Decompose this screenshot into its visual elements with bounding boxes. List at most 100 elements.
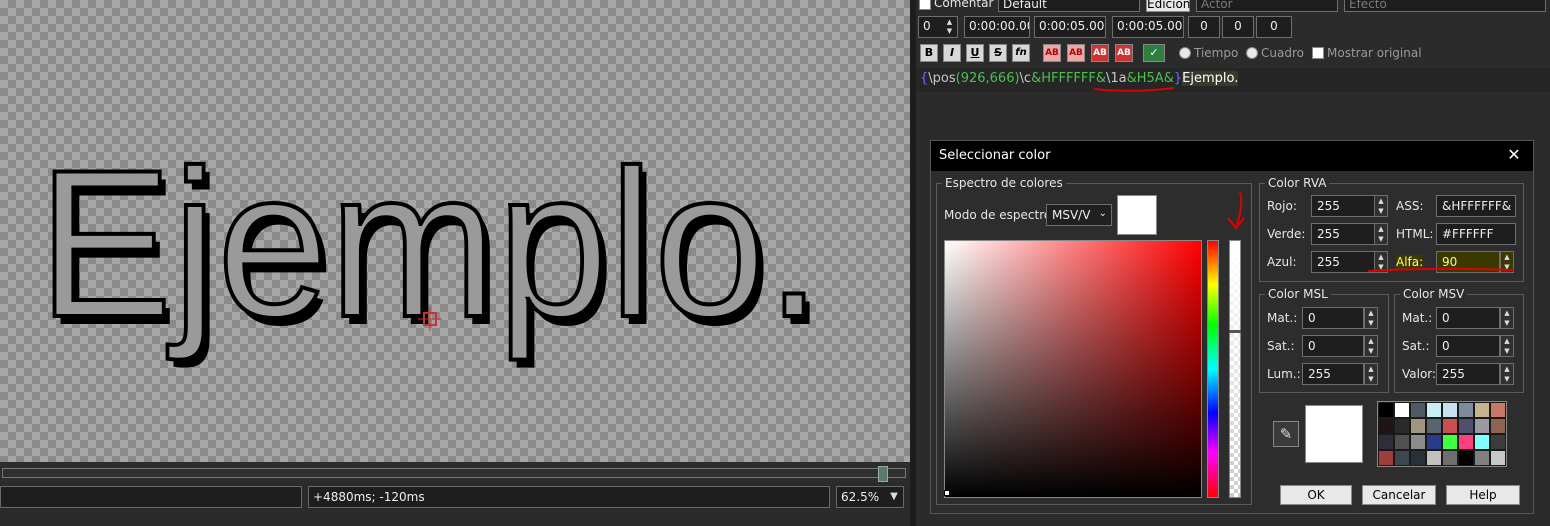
close-icon[interactable]: ✕ xyxy=(1505,146,1523,164)
spectrum-cursor[interactable] xyxy=(944,490,950,496)
hsv-hue-spin-icon[interactable]: ▲ ▼ xyxy=(1500,307,1514,329)
palette-swatch[interactable] xyxy=(1474,418,1490,434)
palette-swatch[interactable] xyxy=(1378,450,1394,466)
hsl-sat-field[interactable]: 0 xyxy=(1302,335,1364,357)
end-time-field[interactable]: 0:00:05.00 xyxy=(1034,16,1106,38)
html-value: #FFFFFF xyxy=(1442,227,1494,241)
subtitle-text-editor[interactable]: {\pos(926,666)\c&HFFFFFF&\1a&H5A&}Ejempl… xyxy=(916,68,1550,92)
hsv-value-spin-icon[interactable]: ▲ ▼ xyxy=(1500,363,1514,385)
secondary-color-button[interactable]: AB xyxy=(1067,44,1085,62)
hue-slider[interactable] xyxy=(1207,240,1219,498)
duration-field[interactable]: 0:00:05.00 xyxy=(1112,16,1184,38)
time-radio[interactable] xyxy=(1179,47,1191,59)
palette-swatch[interactable] xyxy=(1426,434,1442,450)
rgb-group-label: Color RVA xyxy=(1265,176,1330,190)
palette-swatch[interactable] xyxy=(1394,434,1410,450)
alpha-slider[interactable] xyxy=(1229,240,1241,498)
margin-right-field[interactable]: 0 xyxy=(1222,16,1254,38)
palette-swatch[interactable] xyxy=(1410,418,1426,434)
palette-swatch[interactable] xyxy=(1394,450,1410,466)
green-field[interactable]: 255 xyxy=(1311,223,1375,245)
palette-swatch[interactable] xyxy=(1490,450,1506,466)
margin-left-field[interactable]: 0 xyxy=(1188,16,1220,38)
start-time-field[interactable]: 0:00:00.00 xyxy=(964,16,1030,38)
hsv-value-field[interactable]: 255 xyxy=(1436,363,1500,385)
palette-swatch[interactable] xyxy=(1490,418,1506,434)
palette-swatch[interactable] xyxy=(1410,450,1426,466)
palette-swatch[interactable] xyxy=(1442,418,1458,434)
style-select[interactable]: Default xyxy=(998,0,1140,12)
hsl-lum-spin-icon[interactable]: ▲ ▼ xyxy=(1364,363,1378,385)
video-preview[interactable]: Ejemplo. Ejemplo. xyxy=(0,0,910,462)
cancel-button[interactable]: Cancelar xyxy=(1362,485,1436,505)
video-canvas: Ejemplo. Ejemplo. xyxy=(36,124,828,369)
red-spin-icon[interactable]: ▲ ▼ xyxy=(1374,195,1388,217)
underline-button[interactable]: U xyxy=(966,44,984,62)
ok-button[interactable]: OK xyxy=(1280,485,1352,505)
html-field[interactable]: #FFFFFF xyxy=(1436,223,1516,245)
hsl-hue-field[interactable]: 0 xyxy=(1302,307,1364,329)
chevron-down-icon[interactable]: ▼ xyxy=(886,488,902,506)
edit-style-button[interactable]: Edición xyxy=(1146,0,1190,12)
margin-vertical-field[interactable]: 0 xyxy=(1256,16,1292,38)
font-button[interactable]: fn xyxy=(1012,44,1030,62)
recent-colors-palette[interactable] xyxy=(1377,401,1507,467)
palette-swatch[interactable] xyxy=(1458,402,1474,418)
layer-value: 0 xyxy=(923,19,931,33)
help-button[interactable]: Help xyxy=(1446,485,1520,505)
comment-checkbox[interactable] xyxy=(919,0,931,10)
bold-button[interactable]: B xyxy=(920,44,938,62)
palette-swatch[interactable] xyxy=(1394,418,1410,434)
primary-color-button[interactable]: AB xyxy=(1043,44,1061,62)
palette-swatch[interactable] xyxy=(1458,418,1474,434)
palette-swatch[interactable] xyxy=(1442,450,1458,466)
shadow-color-button[interactable]: AB xyxy=(1115,44,1133,62)
alpha-slider-marker[interactable] xyxy=(1229,330,1241,333)
hsv-sat-field[interactable]: 0 xyxy=(1436,335,1500,357)
layer-spin-icon[interactable]: ▲ ▼ xyxy=(943,18,956,36)
palette-swatch[interactable] xyxy=(1410,402,1426,418)
commit-check-icon[interactable]: ✓ xyxy=(1143,44,1165,62)
eyedropper-icon[interactable]: ✎ xyxy=(1273,421,1299,447)
outline-color-button[interactable]: AB xyxy=(1091,44,1109,62)
palette-swatch[interactable] xyxy=(1442,434,1458,450)
palette-swatch[interactable] xyxy=(1474,450,1490,466)
effect-field[interactable]: Efecto xyxy=(1344,0,1546,12)
italic-button[interactable]: I xyxy=(943,44,961,62)
palette-swatch[interactable] xyxy=(1474,434,1490,450)
palette-swatch[interactable] xyxy=(1458,434,1474,450)
palette-swatch[interactable] xyxy=(1474,402,1490,418)
palette-swatch[interactable] xyxy=(1490,434,1506,450)
blue-label: Azul: xyxy=(1267,255,1297,269)
color-spectrum[interactable] xyxy=(944,240,1202,498)
frame-radio[interactable] xyxy=(1246,47,1258,59)
palette-swatch[interactable] xyxy=(1426,418,1442,434)
hsl-lum-label: Lum.: xyxy=(1267,367,1301,381)
seek-track[interactable] xyxy=(2,468,906,478)
dialog-titlebar: Seleccionar color xyxy=(931,141,1533,171)
hsl-lum-field[interactable]: 255 xyxy=(1302,363,1364,385)
hsl-sat-spin-icon[interactable]: ▲ ▼ xyxy=(1364,335,1378,357)
hsv-sat-spin-icon[interactable]: ▲ ▼ xyxy=(1500,335,1514,357)
show-original-checkbox[interactable] xyxy=(1312,47,1324,59)
palette-swatch[interactable] xyxy=(1426,450,1442,466)
text-segment: (926,666) xyxy=(955,71,1020,86)
strikeout-button[interactable]: S xyxy=(989,44,1007,62)
actor-field[interactable]: Actor xyxy=(1196,0,1338,12)
palette-swatch[interactable] xyxy=(1490,402,1506,418)
spectrum-mode-select[interactable]: MSV/V ⌄ xyxy=(1046,204,1112,226)
palette-swatch[interactable] xyxy=(1458,450,1474,466)
palette-swatch[interactable] xyxy=(1378,434,1394,450)
palette-swatch[interactable] xyxy=(1394,402,1410,418)
palette-swatch[interactable] xyxy=(1426,402,1442,418)
hsl-hue-spin-icon[interactable]: ▲ ▼ xyxy=(1364,307,1378,329)
green-spin-icon[interactable]: ▲ ▼ xyxy=(1374,223,1388,245)
seek-thumb[interactable] xyxy=(878,466,888,482)
ass-field[interactable]: &HFFFFFF& xyxy=(1436,195,1516,217)
red-field[interactable]: 255 xyxy=(1311,195,1375,217)
palette-swatch[interactable] xyxy=(1378,402,1394,418)
palette-swatch[interactable] xyxy=(1442,402,1458,418)
palette-swatch[interactable] xyxy=(1410,434,1426,450)
hsv-hue-field[interactable]: 0 xyxy=(1436,307,1500,329)
palette-swatch[interactable] xyxy=(1378,418,1394,434)
